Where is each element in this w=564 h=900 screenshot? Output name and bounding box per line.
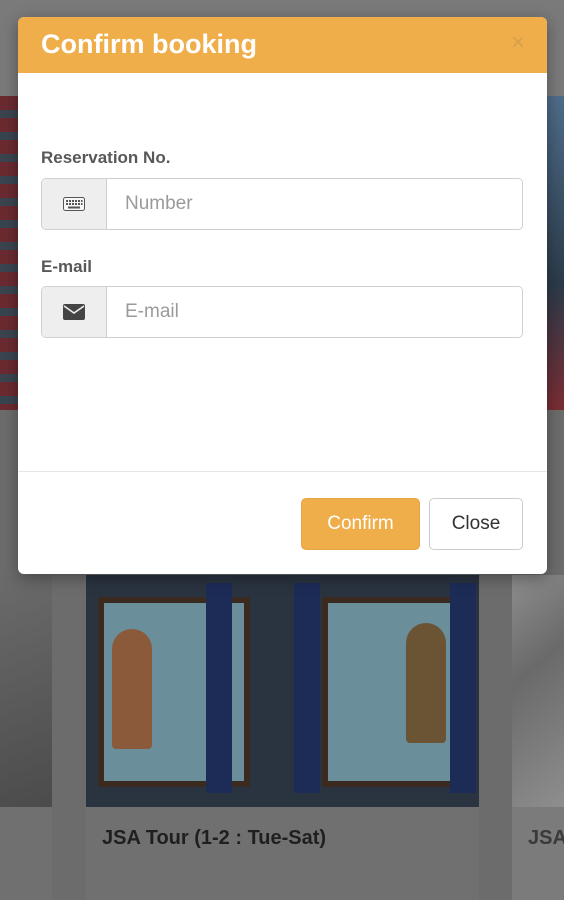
tour-card-image	[512, 575, 564, 807]
confirm-booking-dialog: Confirm booking × Reservation No. E-mail	[18, 17, 547, 574]
photo-person	[406, 623, 446, 743]
tour-card: JSA Tour (1-2 : Tue-Sat)	[86, 575, 479, 900]
keyboard-icon	[42, 179, 107, 229]
photo-curtain	[450, 583, 476, 793]
photo-curtain	[294, 583, 320, 793]
reservation-number-input[interactable]	[107, 179, 522, 229]
tour-card-partial-right: JSA	[512, 575, 564, 900]
confirm-button[interactable]: Confirm	[301, 498, 420, 550]
banner-art-right	[546, 96, 564, 410]
dialog-header: Confirm booking ×	[18, 17, 547, 73]
tour-card-footer	[0, 807, 52, 900]
reservation-number-label: Reservation No.	[41, 148, 171, 167]
close-icon[interactable]: ×	[511, 31, 525, 55]
dialog-footer-divider	[18, 471, 547, 472]
tour-card-title: JSA	[528, 827, 564, 849]
email-label: E-mail	[41, 257, 93, 276]
photo-curtain	[206, 583, 232, 793]
dialog-title: Confirm booking	[41, 29, 257, 59]
tour-card-partial-left	[0, 575, 52, 900]
reservation-number-group	[41, 178, 523, 230]
envelope-icon	[42, 287, 107, 337]
photo-person	[112, 629, 152, 749]
close-button[interactable]: Close	[429, 498, 523, 550]
email-input[interactable]	[107, 287, 522, 337]
email-group	[41, 286, 523, 338]
banner-art-left	[0, 96, 18, 410]
tour-card-photo	[86, 575, 479, 807]
tour-card-image	[0, 575, 52, 807]
tour-card-title: JSA Tour (1-2 : Tue-Sat)	[102, 827, 327, 849]
